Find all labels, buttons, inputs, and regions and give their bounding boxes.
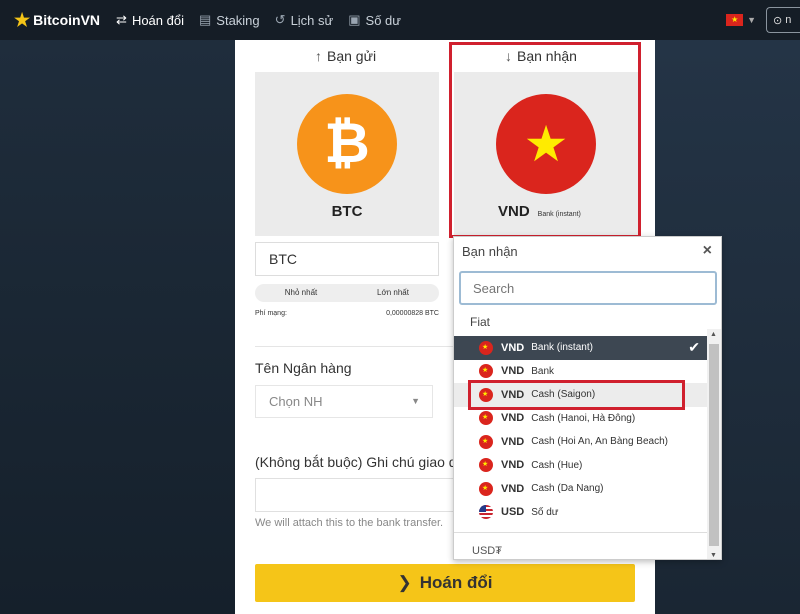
- option-currency: VND: [501, 341, 525, 354]
- nav-balance-label: Số dư: [365, 12, 401, 28]
- vietnam-flag-icon: [479, 434, 493, 449]
- nav-swap[interactable]: ⇄ Hoán đổi: [116, 12, 184, 28]
- fee-label: Phí mạng:: [255, 310, 287, 317]
- swap-button-label: Hoán đổi: [419, 573, 493, 592]
- option-method: Cash (Hue): [531, 459, 583, 471]
- option-method: Cash (Hanoi, Hà Đông): [531, 412, 636, 424]
- background-left: [0, 40, 235, 614]
- coins-icon: ▤: [198, 12, 212, 27]
- nav-right: ▼ ⊙ n: [726, 0, 800, 40]
- receive-card-highlight: [449, 42, 641, 238]
- option-method: Cash (Da Nang): [531, 483, 604, 495]
- scroll-up-icon[interactable]: ▲: [710, 331, 717, 338]
- history-icon: ↺: [274, 12, 286, 27]
- option-method: Cash (Hoi An, An Bàng Beach): [531, 436, 668, 448]
- checkmark-icon: ✔: [688, 339, 700, 355]
- vietnam-flag-icon: [479, 364, 493, 379]
- nav-staking[interactable]: ▤ Staking: [199, 12, 260, 28]
- dropdown-caret-icon: ▼: [411, 396, 420, 406]
- swap-icon: ⇄: [116, 12, 127, 27]
- vietnam-flag-icon: [479, 340, 493, 355]
- option-method: Số dư: [531, 506, 559, 518]
- send-label: Bạn gửi: [327, 48, 377, 64]
- network-fee: Phí mạng: 0,00000828 BTC: [255, 310, 439, 317]
- bank-select-value: Chọn NH: [269, 394, 323, 409]
- option-currency: VND: [501, 365, 525, 378]
- fee-value: 0,00000828 BTC: [386, 310, 439, 317]
- option-currency: VND: [501, 459, 525, 472]
- top-nav: ★ BitcoinVN ⇄ Hoán đổi ▤ Staking ↺ Lịch …: [0, 0, 800, 40]
- vietnam-flag-icon: [479, 411, 493, 426]
- user-icon: ⊙: [773, 14, 783, 27]
- option-currency: VND: [501, 482, 525, 495]
- send-currency-card[interactable]: ₿ BTC: [255, 72, 439, 236]
- option-vnd-cash-hoi-an[interactable]: VND Cash (Hoi An, An Bàng Beach): [454, 430, 708, 454]
- swap-button[interactable]: ❯ Hoán đổi: [255, 564, 635, 602]
- nav-history-label: Lịch sử: [290, 12, 334, 28]
- user-menu-button[interactable]: ⊙ n: [766, 7, 800, 33]
- option-usd-balance[interactable]: USD Số dư: [454, 501, 708, 525]
- option-vnd-cash-da-nang[interactable]: VND Cash (Da Nang): [454, 477, 708, 501]
- vietnam-flag-icon: [479, 458, 493, 473]
- note-input[interactable]: [255, 478, 465, 512]
- wallet-icon: ▣: [348, 12, 361, 27]
- nav-balance[interactable]: ▣ Số dư: [348, 12, 401, 28]
- min-max-toggle: Nhỏ nhất Lớn nhất: [255, 284, 439, 302]
- option-list: VND Bank (instant) ✔ VND Bank VND Cash (…: [454, 336, 708, 524]
- bitcoin-icon: ₿: [297, 94, 397, 194]
- star-icon: ★: [14, 9, 31, 30]
- scroll-down-icon[interactable]: ▼: [710, 552, 717, 559]
- nav-history[interactable]: ↺ Lịch sử: [275, 12, 334, 28]
- vietnam-flag-icon[interactable]: [726, 14, 744, 26]
- option-method: Bank (instant): [531, 342, 593, 354]
- option-currency: VND: [501, 412, 525, 425]
- scrollbar-thumb[interactable]: [709, 344, 719, 546]
- option-vnd-bank-instant[interactable]: VND Bank (instant) ✔: [454, 336, 708, 360]
- option-currency: VND: [501, 435, 525, 448]
- option-vnd-cash-hue[interactable]: VND Cash (Hue): [454, 454, 708, 478]
- nav-staking-label: Staking: [216, 12, 260, 28]
- option-vnd-cash-hanoi[interactable]: VND Cash (Hanoi, Hà Đông): [454, 407, 708, 431]
- option-method: Bank: [531, 365, 555, 377]
- min-button[interactable]: Nhỏ nhất: [255, 284, 347, 302]
- option-currency: USD: [501, 506, 525, 519]
- note-label: (Không bắt buộc) Ghi chú giao dịch: [255, 454, 475, 470]
- user-initial: n: [785, 14, 792, 26]
- chevron-right-icon: ❯: [397, 573, 412, 592]
- dropdown-scrollbar[interactable]: ▲ ▼: [707, 329, 721, 559]
- group-label-fiat: Fiat: [470, 315, 491, 329]
- search-input[interactable]: [459, 271, 717, 305]
- chevron-down-icon[interactable]: ▼: [747, 15, 756, 25]
- note-help: We will attach this to the bank transfer…: [255, 517, 444, 529]
- close-icon[interactable]: ×: [703, 242, 712, 260]
- brand-logo[interactable]: ★ BitcoinVN: [14, 10, 100, 31]
- group-label-usdt: USD₮: [472, 545, 502, 557]
- option-highlight: [468, 380, 685, 410]
- max-button[interactable]: Lớn nhất: [347, 284, 439, 302]
- group-divider: [454, 532, 708, 533]
- send-currency-name: BTC: [331, 203, 363, 220]
- vietnam-flag-icon: [479, 481, 493, 496]
- arrow-up-icon: ↑: [315, 48, 322, 64]
- send-heading: ↑ Bạn gửi: [315, 48, 376, 64]
- brand-name: BitcoinVN: [33, 12, 101, 28]
- dropdown-title: Bạn nhận: [462, 244, 518, 259]
- bank-select[interactable]: Chọn NH ▼: [255, 385, 433, 418]
- bank-label: Tên Ngân hàng: [255, 360, 352, 376]
- send-amount-input[interactable]: BTC: [255, 242, 439, 276]
- usa-flag-icon: [479, 505, 493, 520]
- nav-swap-label: Hoán đổi: [131, 12, 184, 28]
